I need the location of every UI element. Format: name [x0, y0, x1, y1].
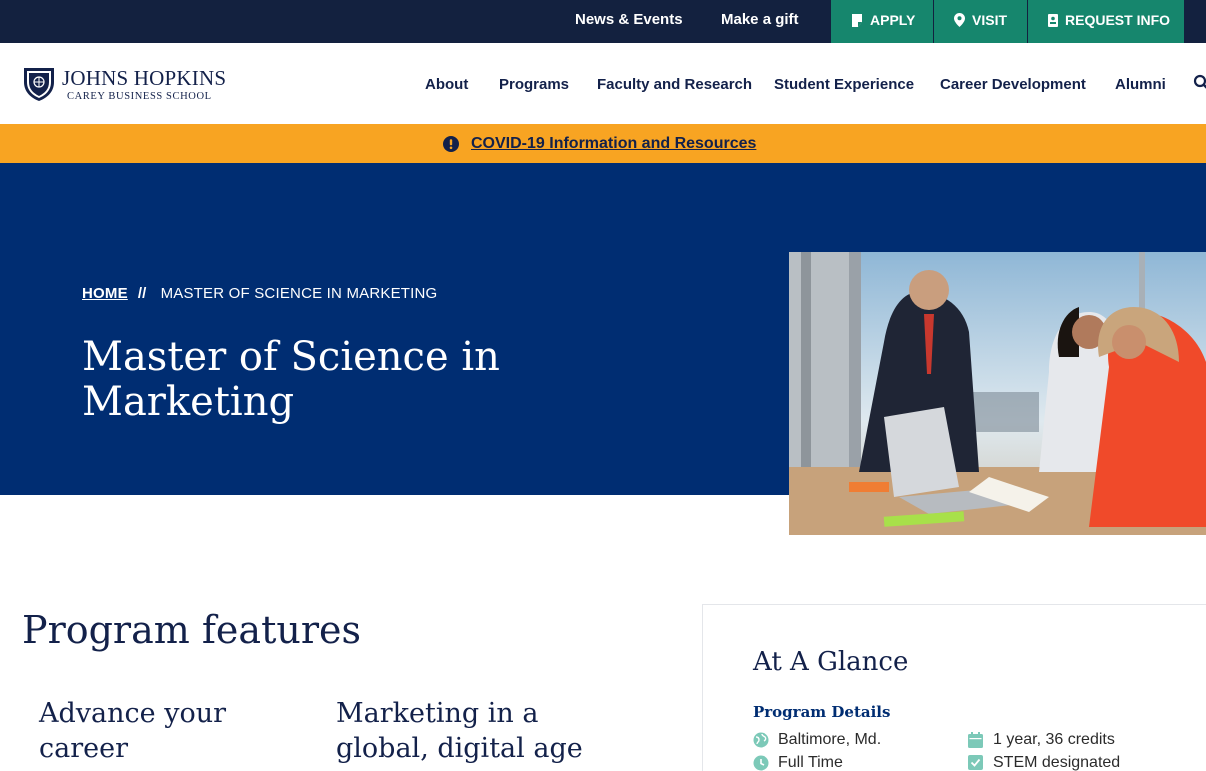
visit-label: VISIT: [972, 12, 1008, 28]
logo-subtitle: CAREY BUSINESS SCHOOL: [67, 91, 212, 102]
map-pin-icon: [954, 13, 965, 27]
covid-alert-bar: COVID-19 Information and Resources: [0, 124, 1206, 163]
classroom-photo-image: [789, 252, 1206, 535]
document-icon: [1048, 14, 1058, 27]
nav-student-experience[interactable]: Student Experience: [774, 76, 914, 93]
nav-faculty-research[interactable]: Faculty and Research: [597, 76, 752, 93]
feature-title-global-digital: Marketing in a global, digital age: [336, 698, 583, 764]
feature-title-advance-career: Advance your career: [39, 698, 227, 764]
breadcrumb-separator: //: [137, 285, 147, 302]
at-a-glance-card: At A Glance Program Details Baltimore, M…: [702, 604, 1206, 771]
nav-programs[interactable]: Programs: [499, 76, 569, 93]
hero-photo: [789, 252, 1206, 535]
jhu-carey-logo[interactable]: JOHNS HOPKINS CAREY BUSINESS SCHOOL: [22, 64, 226, 104]
breadcrumb-current: MASTER OF SCIENCE IN MARKETING: [160, 285, 438, 302]
detail-duration-text: 1 year, 36 credits: [993, 731, 1115, 748]
make-a-gift-link[interactable]: Make a gift: [721, 0, 799, 43]
program-features-heading: Program features: [22, 608, 361, 652]
program-details-heading: Program Details: [753, 703, 891, 721]
search-icon[interactable]: [1193, 74, 1206, 90]
logo-name: JOHNS HOPKINS: [62, 66, 227, 90]
utility-bar: News & Events Make a gift APPLY VISIT RE…: [0, 0, 1206, 43]
breadcrumb: HOME // MASTER OF SCIENCE IN MARKETING: [82, 285, 437, 302]
detail-designation-text: STEM designated: [993, 754, 1121, 771]
shield-icon: [24, 68, 54, 101]
request-info-button[interactable]: REQUEST INFO: [1028, 0, 1184, 43]
nav-alumni[interactable]: Alumni: [1115, 76, 1166, 93]
checkbox-icon: [968, 755, 983, 770]
covid-info-link[interactable]: COVID-19 Information and Resources: [471, 135, 756, 153]
site-header: JOHNS HOPKINS CAREY BUSINESS SCHOOL Abou…: [0, 43, 1206, 124]
detail-schedule-text: Full Time: [778, 754, 843, 771]
nav-career-development[interactable]: Career Development: [940, 76, 1086, 93]
exclamation-circle-icon: [443, 136, 459, 152]
visit-button[interactable]: VISIT: [934, 0, 1027, 43]
request-info-label: REQUEST INFO: [1065, 12, 1171, 28]
page-title: Master of Science in Marketing: [82, 334, 500, 425]
apply-icon: [852, 14, 862, 27]
clock-icon: [753, 755, 769, 771]
globe-icon: [753, 732, 769, 748]
apply-button[interactable]: APPLY: [831, 0, 933, 43]
at-a-glance-title: At A Glance: [753, 647, 909, 677]
nav-about[interactable]: About: [425, 76, 468, 93]
apply-label: APPLY: [870, 12, 916, 28]
detail-location-text: Baltimore, Md.: [778, 731, 882, 748]
calendar-icon: [968, 732, 983, 748]
news-events-link[interactable]: News & Events: [575, 0, 683, 43]
breadcrumb-home-link[interactable]: HOME: [82, 285, 128, 302]
